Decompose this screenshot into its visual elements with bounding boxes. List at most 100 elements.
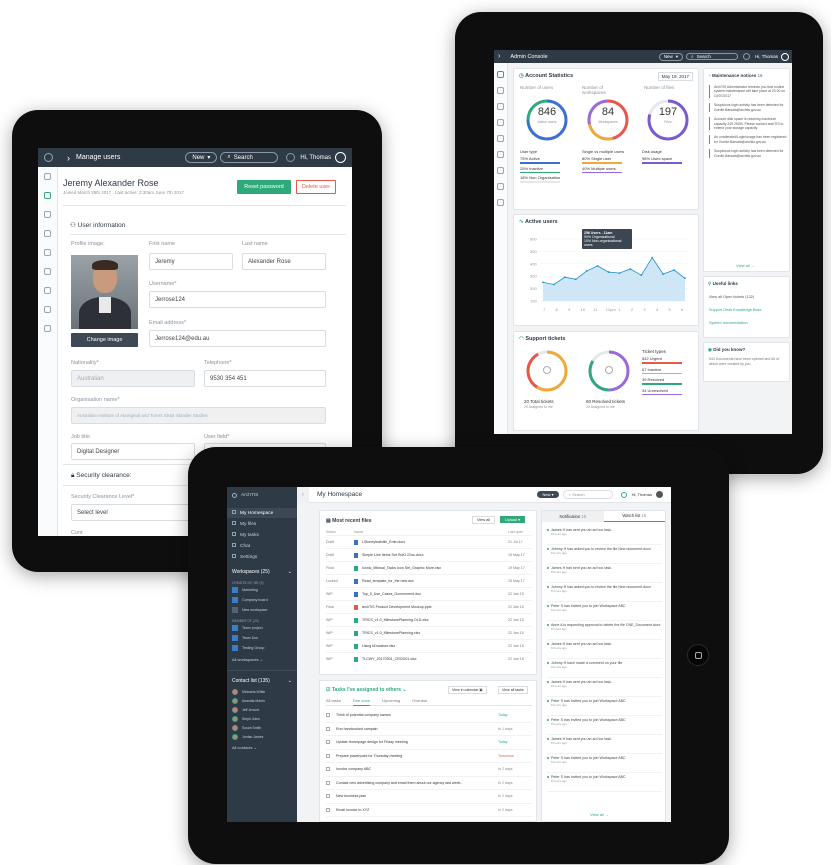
table-row[interactable]: WIP TRICS_v1.0_MilestonePlanning OLD.xlsx… bbox=[326, 613, 532, 626]
contacts-title[interactable]: Contact list (135) bbox=[232, 678, 270, 684]
bell-icon[interactable] bbox=[620, 491, 627, 498]
change-image-button[interactable]: Change image bbox=[71, 333, 138, 347]
notice-item[interactable]: An unattended/Login/usage has been regis… bbox=[709, 135, 787, 145]
bell-icon[interactable] bbox=[286, 153, 296, 162]
nationality-field[interactable]: Australian bbox=[71, 370, 195, 387]
series-point[interactable] bbox=[563, 276, 566, 279]
back-button[interactable]: ‹ bbox=[297, 487, 309, 503]
home-button[interactable] bbox=[687, 644, 709, 666]
workspace-item[interactable]: Marketing bbox=[227, 585, 297, 595]
table-row[interactable]: WIP TRICS_v1.0_MilestonePlanning.xlsx 22 J… bbox=[326, 626, 532, 639]
last-name-field[interactable]: Alexander Rose bbox=[242, 253, 326, 270]
all-workspaces-link[interactable]: All workspaces ⌄ bbox=[227, 653, 297, 662]
col-status[interactable]: Status bbox=[326, 530, 354, 534]
chart-icon[interactable] bbox=[497, 71, 504, 78]
chart-icon[interactable] bbox=[44, 173, 51, 180]
series-point[interactable] bbox=[651, 256, 654, 259]
task-row[interactable]: Email Invoice to XYZ In 2 days bbox=[326, 804, 532, 817]
tab-upcoming[interactable]: Upcoming bbox=[382, 698, 400, 706]
notification-item[interactable]: Johnny H has asked you to review the fil… bbox=[547, 545, 662, 564]
notification-item[interactable]: Johnny H have made a comment on your fil… bbox=[547, 659, 662, 678]
user-icon[interactable] bbox=[497, 87, 504, 94]
delete-user-button[interactable]: Delete user bbox=[296, 180, 336, 194]
series-point[interactable] bbox=[607, 271, 610, 273]
notification-item[interactable]: Anne A is requesting approval to delete … bbox=[547, 621, 662, 640]
series-point[interactable] bbox=[596, 264, 599, 267]
task-row[interactable]: Prepare powerpoint for Thursday meeting T… bbox=[326, 750, 532, 763]
workspaces-title[interactable]: Workspaces (25) bbox=[232, 569, 270, 575]
new-button[interactable]: New ▾ bbox=[537, 491, 559, 498]
nav-item-chat[interactable]: Chat bbox=[227, 541, 297, 551]
series-point[interactable] bbox=[640, 274, 643, 277]
notification-item[interactable]: Johnny H has asked you to review the fil… bbox=[547, 583, 662, 602]
contact-item[interactable]: Jeff Jenard bbox=[227, 705, 297, 714]
series-point[interactable] bbox=[684, 277, 686, 280]
organisation-field[interactable]: Australian Institute of Aboriginal and T… bbox=[71, 407, 326, 424]
notification-item[interactable]: Peter S has invited you to join Workspac… bbox=[547, 716, 662, 735]
task-checkbox[interactable] bbox=[326, 726, 330, 731]
notice-item[interactable]: Suspicious login activity has been detec… bbox=[709, 103, 787, 113]
series-point[interactable] bbox=[673, 269, 675, 271]
task-row[interactable]: Update Homepage design for Friday meetin… bbox=[326, 736, 532, 750]
tab-due-soon[interactable]: Due soon bbox=[352, 698, 371, 706]
link-knowledge-base[interactable]: Support Desk Knowledge Base bbox=[709, 308, 762, 312]
contact-item[interactable]: Michaela White bbox=[227, 687, 297, 696]
task-checkbox[interactable] bbox=[326, 767, 330, 772]
contact-item[interactable]: Anandia Martin bbox=[227, 696, 297, 705]
view-all-tasks-button[interactable]: View all tasks bbox=[498, 686, 528, 694]
workspace-item[interactable]: New workspace bbox=[227, 605, 297, 615]
tab-notification[interactable]: Notification 18 bbox=[542, 510, 604, 522]
notification-item[interactable]: Peter S has invited you to join Workspac… bbox=[547, 754, 662, 773]
notification-item[interactable]: Peter S has invited you to join Workspac… bbox=[547, 773, 662, 792]
table-row[interactable]: Draft Simple Line Items Set RoKI 22oo.doc… bbox=[326, 548, 532, 561]
tab-watch-list[interactable]: Watch list 18 bbox=[603, 511, 665, 522]
notice-item[interactable]: Suspicious login activity has been detec… bbox=[709, 149, 787, 159]
notice-item[interactable]: ArchTIS Administrator reminds you that r… bbox=[709, 85, 787, 99]
new-button[interactable]: New ▾ bbox=[658, 52, 684, 61]
contact-item[interactable]: Jordan James bbox=[227, 732, 297, 741]
search-input[interactable]: ⌕ Search bbox=[220, 152, 279, 163]
tab-overdue[interactable]: Overdue bbox=[412, 698, 427, 706]
notification-item[interactable]: James H has sent you an ad hoc task. 8 ho… bbox=[547, 735, 662, 754]
upload-button[interactable]: Upload ▾ bbox=[500, 516, 526, 523]
trend-icon[interactable] bbox=[497, 151, 504, 158]
contact-item[interactable]: Steph Jules bbox=[227, 714, 297, 723]
new-button[interactable]: New ▾ bbox=[185, 152, 218, 163]
table-row[interactable]: WIP TLCWY_20170301_CRCIII01.xlsx 22 Jan 15 bbox=[326, 652, 532, 665]
series-point[interactable] bbox=[542, 281, 544, 284]
chevron-down-icon[interactable]: ⌄ bbox=[288, 569, 292, 575]
tab-all-tasks[interactable]: All tasks bbox=[326, 698, 341, 706]
view-all-link[interactable]: View all → bbox=[736, 263, 755, 268]
col-name[interactable]: Name bbox=[354, 530, 508, 534]
task-checkbox[interactable] bbox=[326, 740, 330, 745]
col-last-open[interactable]: Last open bbox=[508, 530, 532, 534]
task-checkbox[interactable] bbox=[326, 753, 330, 758]
clearance-select[interactable]: Select level bbox=[71, 504, 195, 521]
table-icon[interactable] bbox=[497, 103, 504, 110]
reset-password-button[interactable]: Reset password bbox=[237, 180, 291, 194]
all-contacts-link[interactable]: All contacts ⌄ bbox=[227, 741, 297, 750]
workspace-item[interactable]: Team Doc bbox=[227, 633, 297, 643]
email-field[interactable]: Jerrose124@edu.au bbox=[149, 330, 326, 347]
notice-item[interactable]: Account disk space is reaching maximum c… bbox=[709, 117, 787, 131]
task-row[interactable]: Run handcocked campain In 1 days bbox=[326, 723, 532, 736]
chevron-right-icon[interactable]: › bbox=[498, 53, 500, 60]
chevron-down-icon[interactable]: ⌄ bbox=[288, 678, 292, 684]
notification-item[interactable]: Peter S has invited you to join Workspac… bbox=[547, 602, 662, 621]
job-title-field[interactable]: Digital Designer bbox=[71, 443, 195, 460]
date-select[interactable]: May 19, 2017 bbox=[657, 72, 693, 81]
task-row[interactable]: Contact new advertising company and emai… bbox=[326, 777, 532, 790]
headset-icon[interactable] bbox=[497, 199, 504, 206]
task-row[interactable]: New business plan In 2 days bbox=[326, 790, 532, 804]
lock-icon[interactable] bbox=[497, 119, 504, 126]
headset-icon[interactable] bbox=[44, 325, 51, 332]
workspace-item[interactable]: Team project bbox=[227, 623, 297, 633]
user-icon[interactable] bbox=[44, 192, 51, 199]
table-row[interactable]: Final archTIS Product Development Mockup.… bbox=[326, 600, 532, 613]
notification-item[interactable]: James H has sent you an ad hoc task. 8 ho… bbox=[547, 526, 662, 545]
username-field[interactable]: Jerrose124 bbox=[149, 291, 326, 308]
nav-item-settings[interactable]: Settings bbox=[227, 552, 297, 562]
table-row[interactable]: WIP Using kDocaiser.xlsx 22 Jan 15 bbox=[326, 639, 532, 652]
task-checkbox[interactable] bbox=[326, 807, 330, 812]
table-row[interactable]: Final Iconic_Mitosal_Tacks Icon Set_Graph… bbox=[326, 561, 532, 574]
